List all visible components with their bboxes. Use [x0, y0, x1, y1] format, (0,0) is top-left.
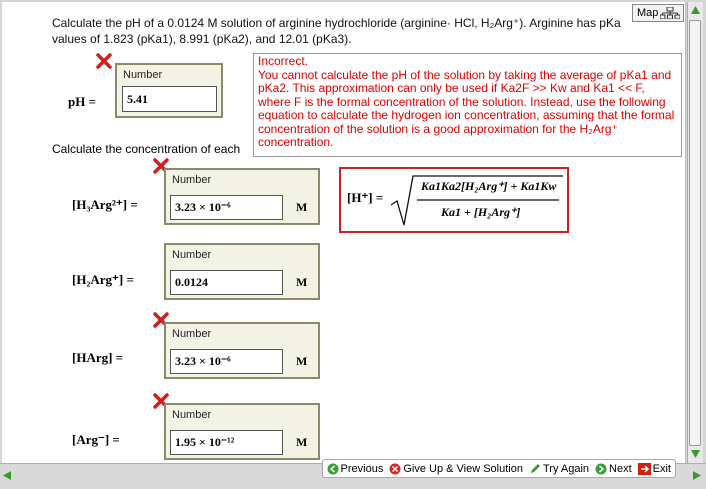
harg-label: [HArg] = — [72, 350, 124, 365]
give-up-label: Give Up & View Solution — [403, 462, 523, 475]
previous-button[interactable]: Previous — [327, 462, 384, 475]
map-button-label: Map — [637, 7, 659, 19]
feedback-title: Incorrect. — [258, 54, 309, 68]
exit-arrow-icon — [637, 462, 651, 475]
scroll-up-arrow-icon[interactable] — [690, 5, 701, 15]
number-label: Number — [172, 409, 212, 421]
harg-unit: M — [296, 354, 308, 368]
feedback-incorrect: Incorrect. You cannot calculate the pH o… — [253, 53, 682, 157]
arg-answer-panel: Number 1.95 × 10⁻¹² M — [164, 403, 320, 460]
formula-numerator: Ka1Ka2[H₂Arg⁺] + Ka1Kw — [421, 179, 557, 193]
next-arrow-icon — [595, 463, 607, 474]
next-button[interactable]: Next — [595, 463, 632, 475]
navigation-bar: Previous Give Up & View Solution Try Aga… — [321, 459, 676, 478]
try-again-pencil-icon — [530, 463, 540, 473]
scroll-down-arrow-icon[interactable] — [690, 449, 701, 459]
question-text: Calculate the pH of a 0.0124 M solution … — [52, 15, 685, 46]
question-panel: Calculate the pH of a 0.0124 M solution … — [2, 2, 686, 463]
arg-input[interactable]: 1.95 × 10⁻¹² — [170, 430, 283, 455]
formula-denominator: Ka1 + [H₂Arg⁺] — [441, 205, 521, 219]
hydrogen-ion-formula: [H⁺] = Ka1Ka2[H₂Arg⁺] + Ka1Kw Ka1 + [H₂A… — [339, 167, 569, 233]
harg-answer-panel: Number 3.23 × 10⁻⁶ M — [164, 322, 320, 379]
previous-label: Previous — [340, 462, 384, 475]
next-label: Next — [609, 462, 632, 475]
ph-label: pH = — [68, 94, 96, 109]
concentration-prompt: Calculate the concentration of each — [52, 142, 241, 156]
formula-lhs: [H⁺] = — [347, 190, 384, 205]
previous-arrow-icon — [327, 463, 339, 474]
question-line-1: Calculate the pH of a 0.0124 M solution … — [52, 16, 621, 30]
scrollbar-thumb[interactable] — [689, 20, 701, 446]
try-again-label: Try Again — [542, 462, 590, 475]
incorrect-x-icon — [96, 53, 112, 69]
h3arg-label: [H₃Arg²⁺] = — [72, 197, 138, 212]
h2arg-input[interactable]: 0.0124 — [170, 270, 283, 295]
arg-unit: M — [296, 435, 308, 449]
map-button[interactable]: Map — [632, 4, 684, 22]
feedback-body: You cannot calculate the pH of the solut… — [258, 67, 675, 149]
arg-label: [Arg⁻] = — [72, 432, 120, 447]
h3arg-answer-panel: Number 3.23 × 10⁻⁶ M — [164, 168, 320, 225]
ph-answer-panel: Number 5.41 — [115, 63, 223, 118]
number-label: Number — [172, 174, 212, 186]
vertical-scrollbar[interactable] — [687, 2, 703, 463]
h2arg-unit: M — [296, 275, 308, 289]
give-up-icon — [389, 463, 401, 474]
question-line-2: values of 1.823 (pKa1), 8.991 (pKa2), an… — [52, 32, 352, 46]
try-again-button[interactable]: Try Again — [529, 463, 589, 475]
h2arg-label: [H₂Arg⁺] = — [72, 272, 134, 287]
number-label: Number — [172, 249, 212, 261]
ph-input[interactable]: 5.41 — [122, 86, 217, 112]
h3arg-unit: M — [296, 200, 308, 214]
scroll-right-arrow-icon[interactable] — [692, 470, 702, 481]
scroll-left-arrow-icon[interactable] — [2, 470, 12, 481]
harg-input[interactable]: 3.23 × 10⁻⁶ — [170, 349, 283, 374]
give-up-button[interactable]: Give Up & View Solution — [389, 463, 523, 475]
exit-label: Exit — [652, 462, 671, 475]
map-icon — [660, 7, 681, 19]
h3arg-input[interactable]: 3.23 × 10⁻⁶ — [170, 195, 283, 220]
h2arg-answer-panel: Number 0.0124 M — [164, 243, 320, 300]
number-label: Number — [123, 69, 163, 81]
exit-button[interactable]: Exit — [637, 462, 671, 475]
number-label: Number — [172, 328, 212, 340]
